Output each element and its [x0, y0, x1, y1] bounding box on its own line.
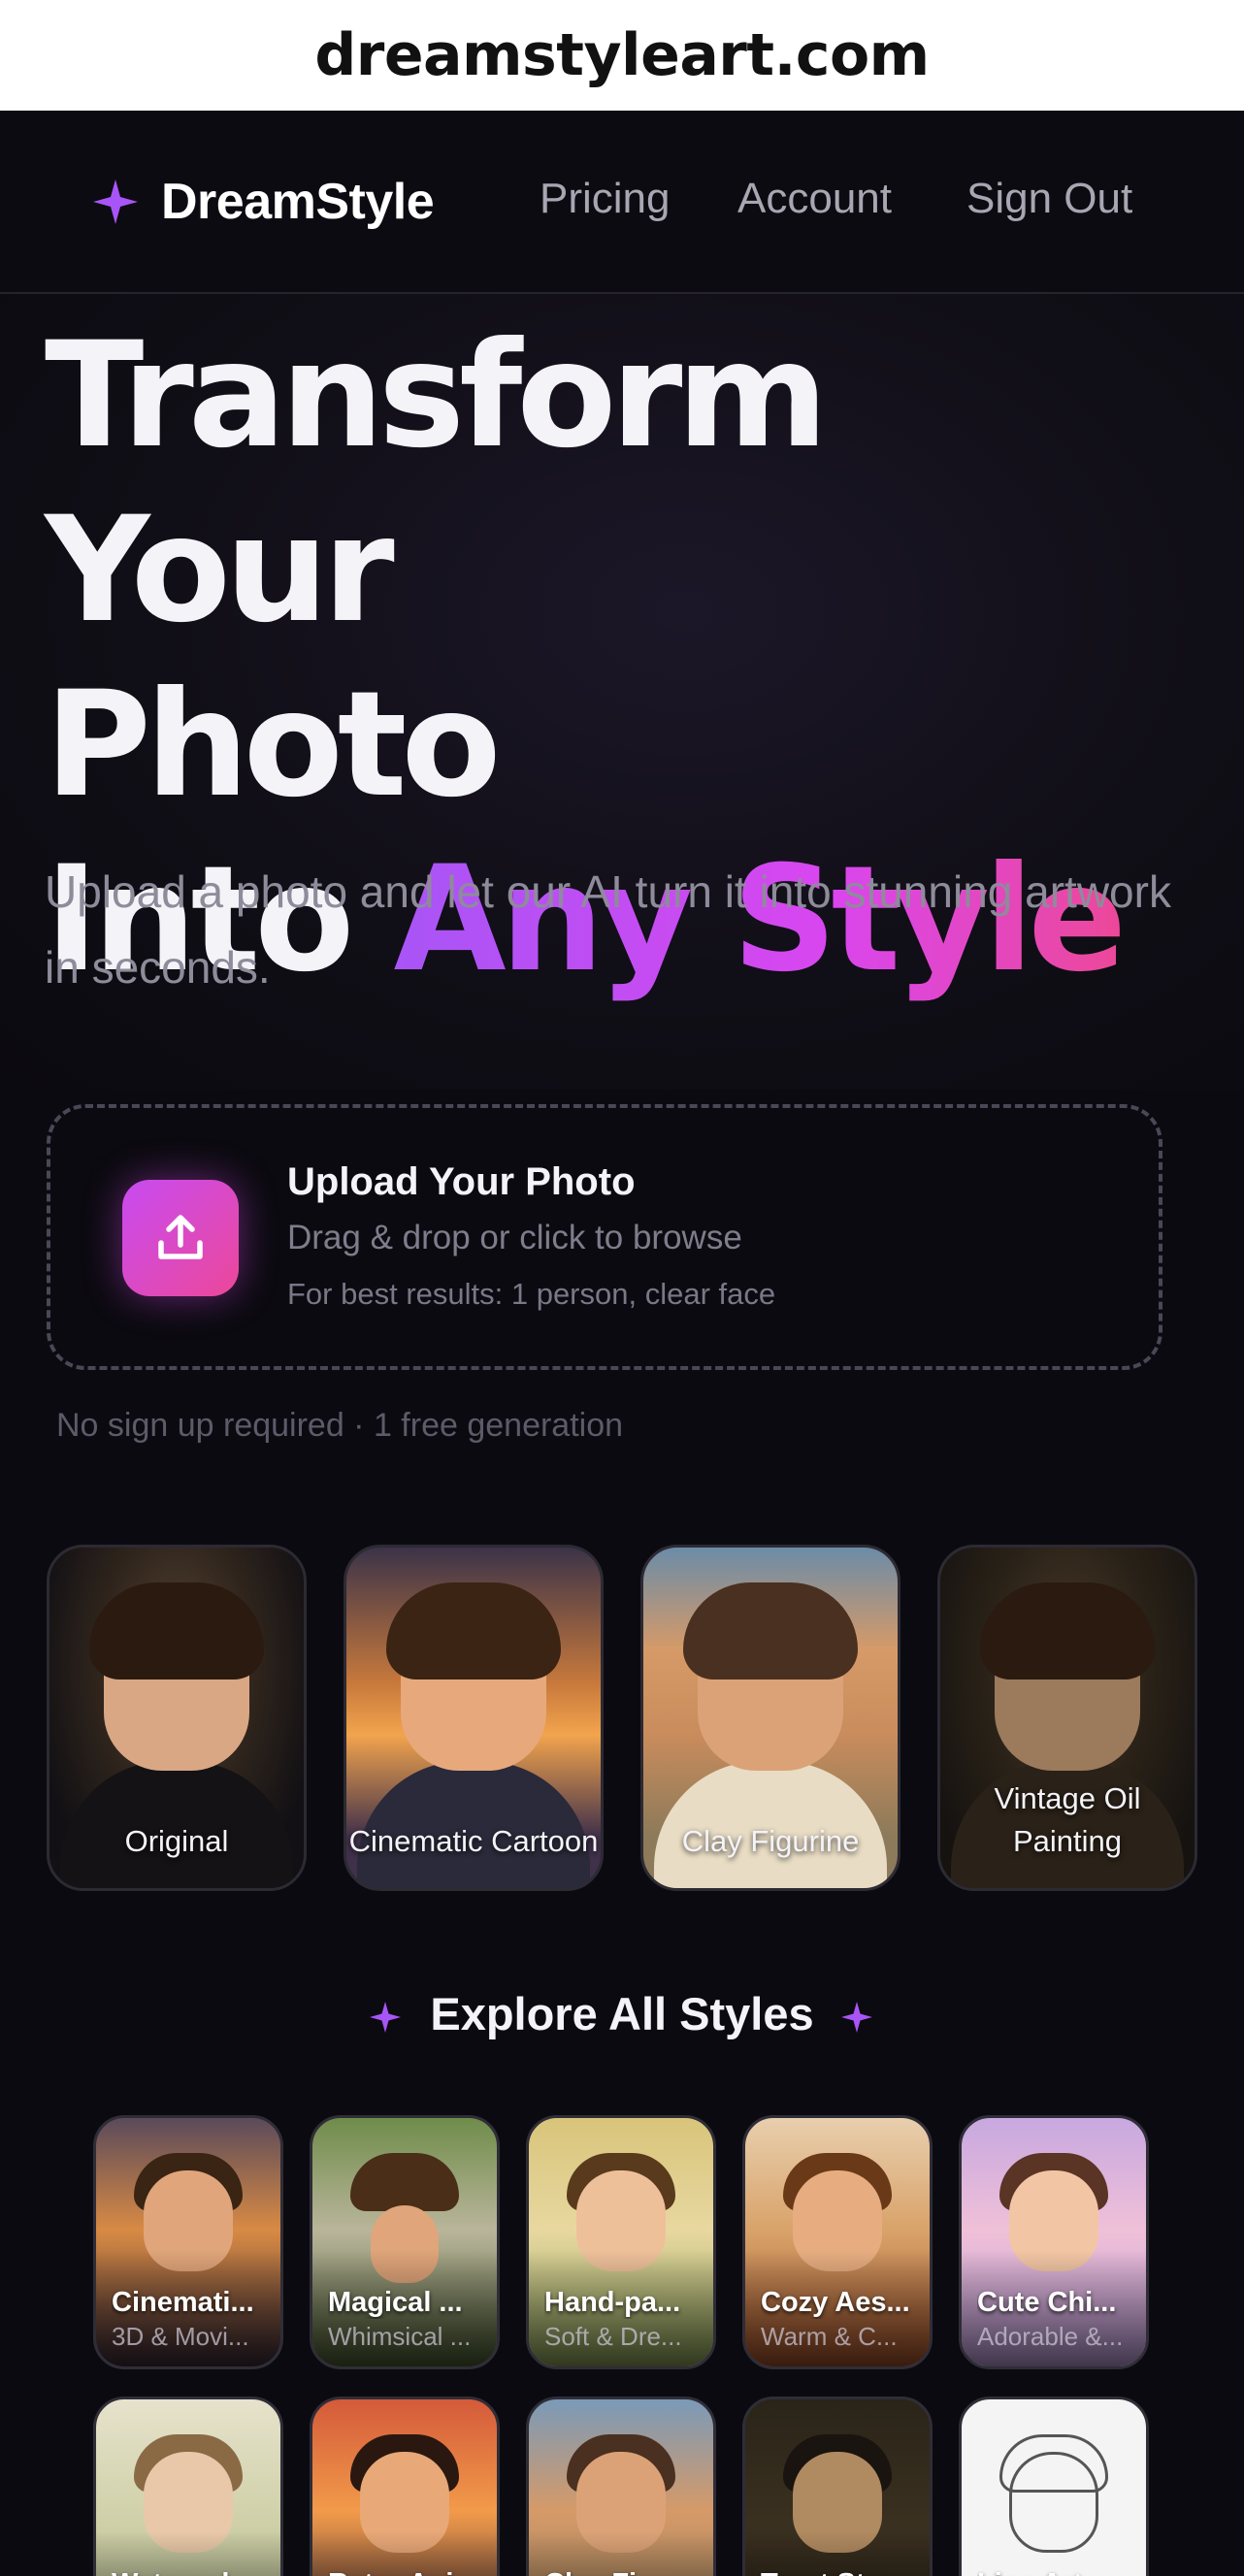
portrait-hair	[683, 1582, 858, 1679]
hero-title-line1: Transform Your	[45, 311, 829, 655]
upload-hint: Drag & drop or click to browse	[287, 1219, 742, 1256]
style-name: Cozy Aes...	[761, 2287, 910, 2318]
nav-link-pricing[interactable]: Pricing	[540, 175, 671, 223]
upload-icon	[158, 1215, 203, 1259]
compare-card-cinematic-cartoon[interactable]: Cinematic Cartoon	[344, 1545, 604, 1891]
style-card[interactable]: Retro Ani...	[310, 2397, 500, 2576]
compare-card-original[interactable]: Original	[47, 1545, 307, 1891]
compare-card-vintage-oil-painting[interactable]: Vintage Oil Painting	[937, 1545, 1197, 1891]
compare-label: Original	[124, 1824, 229, 1858]
upload-title: Upload Your Photo	[287, 1160, 636, 1203]
portrait-hair	[386, 1582, 561, 1679]
sparkle-icon	[841, 2002, 872, 2033]
style-name: Clay Figu...	[544, 2568, 702, 2576]
style-card[interactable]: Line Art ...	[959, 2397, 1149, 2576]
upload-dropzone[interactable]: Upload Your Photo Drag & drop or click t…	[47, 1104, 1162, 1370]
free-generation-note: No sign up required · 1 free generation	[56, 1407, 624, 1444]
style-name: Cinemati...	[112, 2287, 254, 2318]
style-name: Line Art ...	[977, 2568, 1134, 2576]
style-card[interactable]: Cozy Aes... Warm & C...	[742, 2115, 933, 2369]
style-card[interactable]: Cinemati... 3D & Movi...	[93, 2115, 283, 2369]
style-name: Magical ...	[328, 2287, 463, 2318]
brand-logo[interactable]: DreamStyle	[91, 173, 435, 231]
compare-label: Vintage Oil Painting	[994, 1781, 1141, 1858]
compare-label: Cinematic Cartoon	[348, 1824, 599, 1858]
portrait-face	[1009, 2452, 1098, 2553]
style-subtitle: Whimsical ...	[328, 2322, 472, 2351]
style-subtitle: Adorable &...	[977, 2322, 1124, 2351]
explore-heading: Explore All Styles	[430, 1988, 814, 2039]
style-card[interactable]: Watercol...	[93, 2397, 283, 2576]
style-card[interactable]: Cute Chi... Adorable &...	[959, 2115, 1149, 2369]
hero-subtitle: Upload a photo and let our AI turn it in…	[45, 866, 1171, 993]
upload-button[interactable]	[122, 1180, 239, 1296]
style-name: Watercol...	[112, 2568, 269, 2576]
compare-card-clay-figurine[interactable]: Clay Figurine	[640, 1545, 900, 1891]
compare-label: Clay Figurine	[681, 1824, 860, 1858]
nav-link-account[interactable]: Account	[737, 175, 892, 223]
browser-url-bar[interactable]: dreamstyleart.com	[0, 0, 1244, 111]
style-name: Tarot Sty...	[761, 2568, 918, 2576]
hero-title-line2: Photo	[45, 661, 502, 830]
portrait-hair	[350, 2153, 459, 2211]
nav-link-sign-out[interactable]: Sign Out	[966, 175, 1132, 223]
upload-note: For best results: 1 person, clear face	[287, 1277, 776, 1311]
portrait-hair	[89, 1582, 264, 1679]
top-nav: DreamStyle Pricing Account Sign Out	[0, 111, 1244, 294]
url-text: dreamstyleart.com	[314, 21, 930, 89]
sparkle-icon	[93, 179, 138, 224]
brand-name: DreamStyle	[161, 174, 435, 230]
style-card[interactable]: Hand-pa... Soft & Dre...	[526, 2115, 716, 2369]
style-name: Retro Ani...	[328, 2568, 485, 2576]
style-subtitle: Soft & Dre...	[544, 2322, 682, 2351]
style-subtitle: 3D & Movi...	[112, 2322, 249, 2351]
style-name: Hand-pa...	[544, 2287, 681, 2318]
style-subtitle: Warm & C...	[761, 2322, 898, 2351]
style-card[interactable]: Magical ... Whimsical ...	[310, 2115, 500, 2369]
portrait-hair	[980, 1582, 1155, 1679]
style-card[interactable]: Tarot Sty...	[742, 2397, 933, 2576]
style-card[interactable]: Clay Figu...	[526, 2397, 716, 2576]
style-name: Cute Chi...	[977, 2287, 1117, 2318]
